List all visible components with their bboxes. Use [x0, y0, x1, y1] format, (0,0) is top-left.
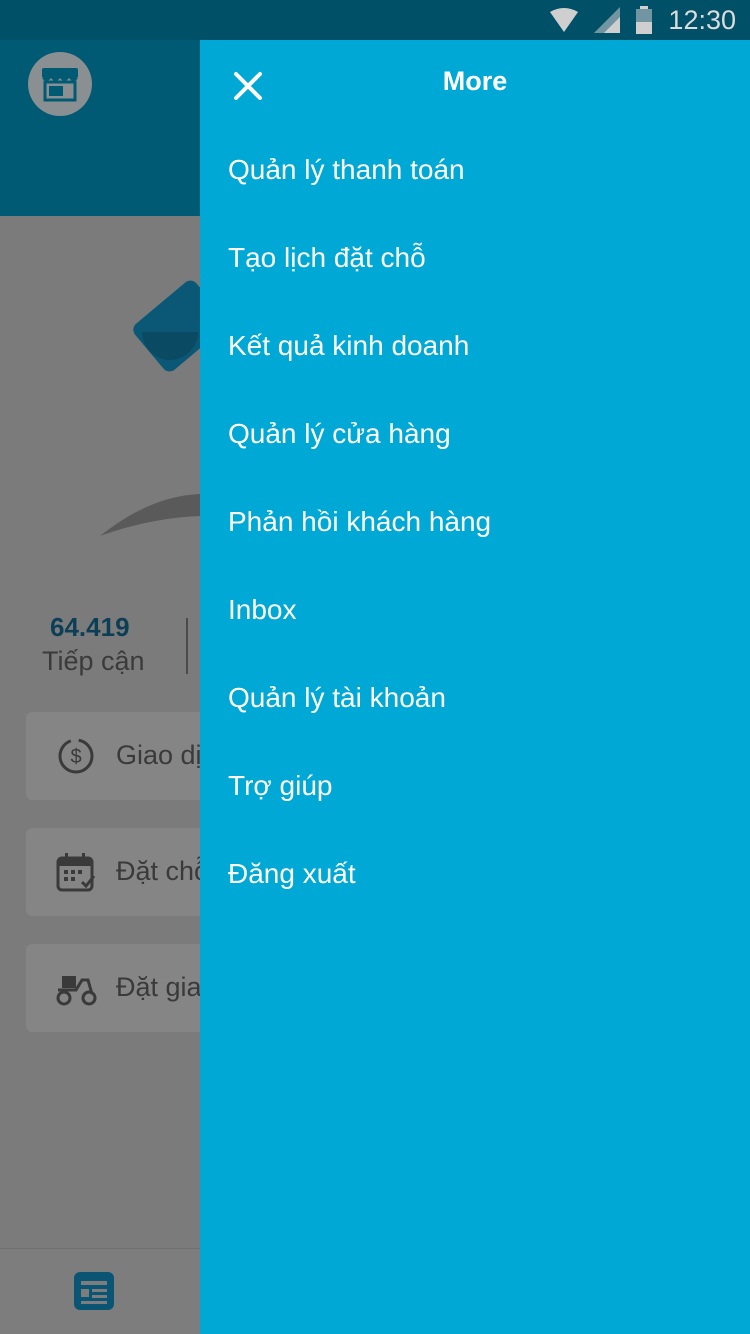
battery-icon: [636, 6, 653, 34]
navigation-drawer: More Quản lý thanh toán Tạo lịch đặt chỗ…: [200, 40, 750, 1334]
store-avatar[interactable]: [28, 52, 92, 116]
card-label: Giao dị: [116, 740, 202, 770]
status-time: 12:30: [668, 4, 736, 35]
svg-text:$: $: [70, 746, 81, 768]
newsfeed-icon[interactable]: [73, 1271, 115, 1311]
menu-item-customer-feedback[interactable]: Phản hồi khách hàng: [200, 478, 750, 566]
stat-value: 64.419: [50, 612, 130, 642]
stat-label: Tiếp cận: [42, 646, 145, 676]
card-label: Đặt gia: [116, 972, 202, 1002]
drawer-menu: Quản lý thanh toán Tạo lịch đặt chỗ Kết …: [200, 126, 750, 918]
header-illustration: [100, 280, 200, 536]
store-icon: [42, 68, 78, 102]
menu-item-store-management[interactable]: Quản lý cửa hàng: [200, 390, 750, 478]
menu-item-create-booking-schedule[interactable]: Tạo lịch đặt chỗ: [200, 214, 750, 302]
wifi-icon: [550, 8, 579, 32]
menu-item-help[interactable]: Trợ giúp: [200, 742, 750, 830]
cell-signal-icon: [594, 7, 621, 33]
menu-item-inbox[interactable]: Inbox: [200, 566, 750, 654]
card-delivery[interactable]: Đặt gia: [26, 944, 226, 1032]
calendar-icon: [56, 853, 96, 892]
scooter-icon: [56, 976, 97, 1006]
stat-divider: [186, 618, 188, 674]
dollar-sync-icon: $: [58, 738, 94, 774]
card-transactions[interactable]: $ Giao dị: [26, 712, 226, 800]
card-label: Đặt chỗ: [116, 856, 210, 886]
menu-item-business-results[interactable]: Kết quả kinh doanh: [200, 302, 750, 390]
drawer-title: More: [442, 66, 508, 96]
menu-item-logout[interactable]: Đăng xuất: [200, 830, 750, 918]
menu-item-account-management[interactable]: Quản lý tài khoản: [200, 654, 750, 742]
card-bookings[interactable]: Đặt chỗ: [26, 828, 226, 916]
status-bar: 12:30: [0, 0, 750, 40]
menu-item-payment-management[interactable]: Quản lý thanh toán: [200, 126, 750, 214]
status-icons: 12:30: [550, 0, 736, 40]
